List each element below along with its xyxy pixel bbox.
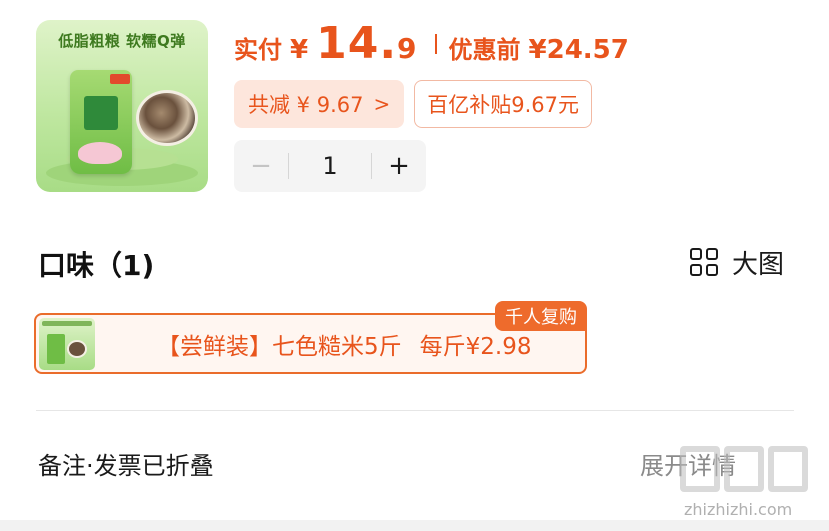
big-view-toggle[interactable]: 大图 [690,244,784,281]
section-divider [36,410,794,411]
increase-quantity-button[interactable]: + [372,140,426,192]
decrease-quantity-button[interactable]: − [234,140,288,192]
quantity-value[interactable]: 1 [289,152,371,180]
paid-price-integer: 14. [316,18,398,69]
option-name: 【尝鲜装】七色糙米5斤 [157,333,402,360]
bottom-band [0,520,829,531]
weight-tag [110,74,130,84]
price-row: 实付 ¥ 14. 9 优惠前 ¥24.57 [234,18,629,69]
paid-price-decimal: 9 [397,32,417,65]
lotus-graphic [78,142,122,164]
watermark-logo-icon [680,446,808,492]
grid-icon [690,247,720,278]
repurchase-badge: 千人复购 [495,301,587,331]
flavor-section-title: 口味（1) [38,249,155,282]
watermark-url: zhizhizhi.com [684,500,793,519]
price-separator [434,33,437,54]
subsidy-label: 百亿补贴9.67元 [427,93,580,117]
original-price-label: 优惠前 [448,36,521,64]
option-thumbnail [39,317,95,370]
total-discount-label: 共减 ¥ 9.67 [248,93,364,117]
subsidy-badge: 百亿补贴9.67元 [414,80,593,128]
bag-label [84,96,118,130]
big-view-label: 大图 [732,250,785,280]
discount-row: 共减 ¥ 9.67 > 百亿补贴9.67元 [234,80,593,128]
rice-bag-image [70,70,132,174]
thumbnail-slogan: 低脂粗粮 软糯Q弹 [58,32,186,50]
rice-bowl-image [136,90,198,146]
product-thumbnail[interactable]: 低脂粗粮 软糯Q弹 [36,20,208,192]
remarks-invoice-collapsed-label: 备注·发票已折叠 [38,452,214,480]
option-unit-price: 每斤¥2.98 [419,333,532,360]
paid-label: 实付 [234,36,282,64]
currency-symbol: ¥ [290,35,309,65]
flavor-option-selected[interactable]: 【尝鲜装】七色糙米5斤 每斤¥2.98 千人复购 [34,301,587,374]
quantity-stepper: − 1 + [234,140,426,192]
total-discount-button[interactable]: 共减 ¥ 9.67 > [234,80,405,128]
original-price: ¥24.57 [528,35,629,65]
chevron-right-icon: > [373,92,391,116]
